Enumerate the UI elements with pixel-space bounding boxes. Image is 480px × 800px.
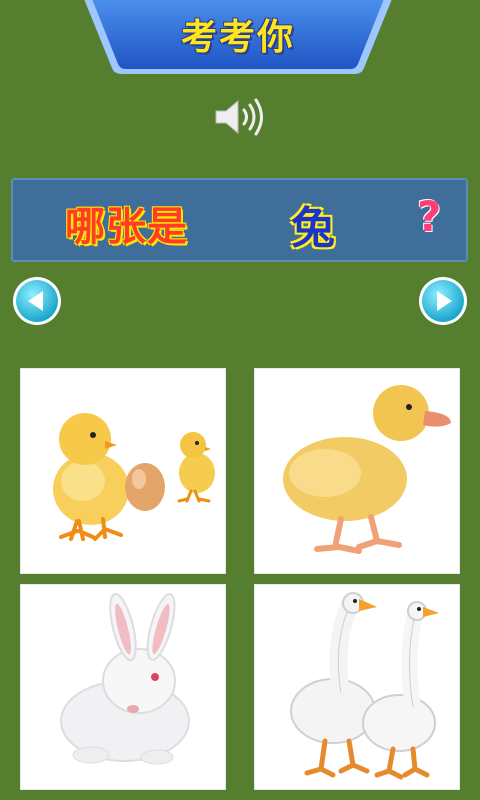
question-bar: 哪张是 兔 ? xyxy=(11,178,468,262)
page-title: 考考你 xyxy=(180,17,295,58)
arrow-left-icon xyxy=(13,277,61,325)
rabbit-image xyxy=(60,592,190,765)
answer-card-chick[interactable] xyxy=(20,368,226,574)
answer-card-duckling[interactable] xyxy=(254,368,460,574)
chick-image xyxy=(53,413,215,541)
question-word: 兔 xyxy=(291,203,335,254)
question-mark: ? xyxy=(417,192,442,241)
speaker-icon[interactable] xyxy=(214,98,268,136)
goose-image xyxy=(290,592,439,780)
previous-button[interactable] xyxy=(12,276,62,326)
answer-card-goose[interactable] xyxy=(254,584,460,790)
title-banner: 考考你 xyxy=(80,0,396,76)
question-prefix: 哪张是 xyxy=(65,204,188,250)
answer-card-rabbit[interactable] xyxy=(20,584,226,790)
next-button[interactable] xyxy=(418,276,468,326)
arrow-right-icon xyxy=(419,277,467,325)
duckling-image xyxy=(283,385,451,554)
